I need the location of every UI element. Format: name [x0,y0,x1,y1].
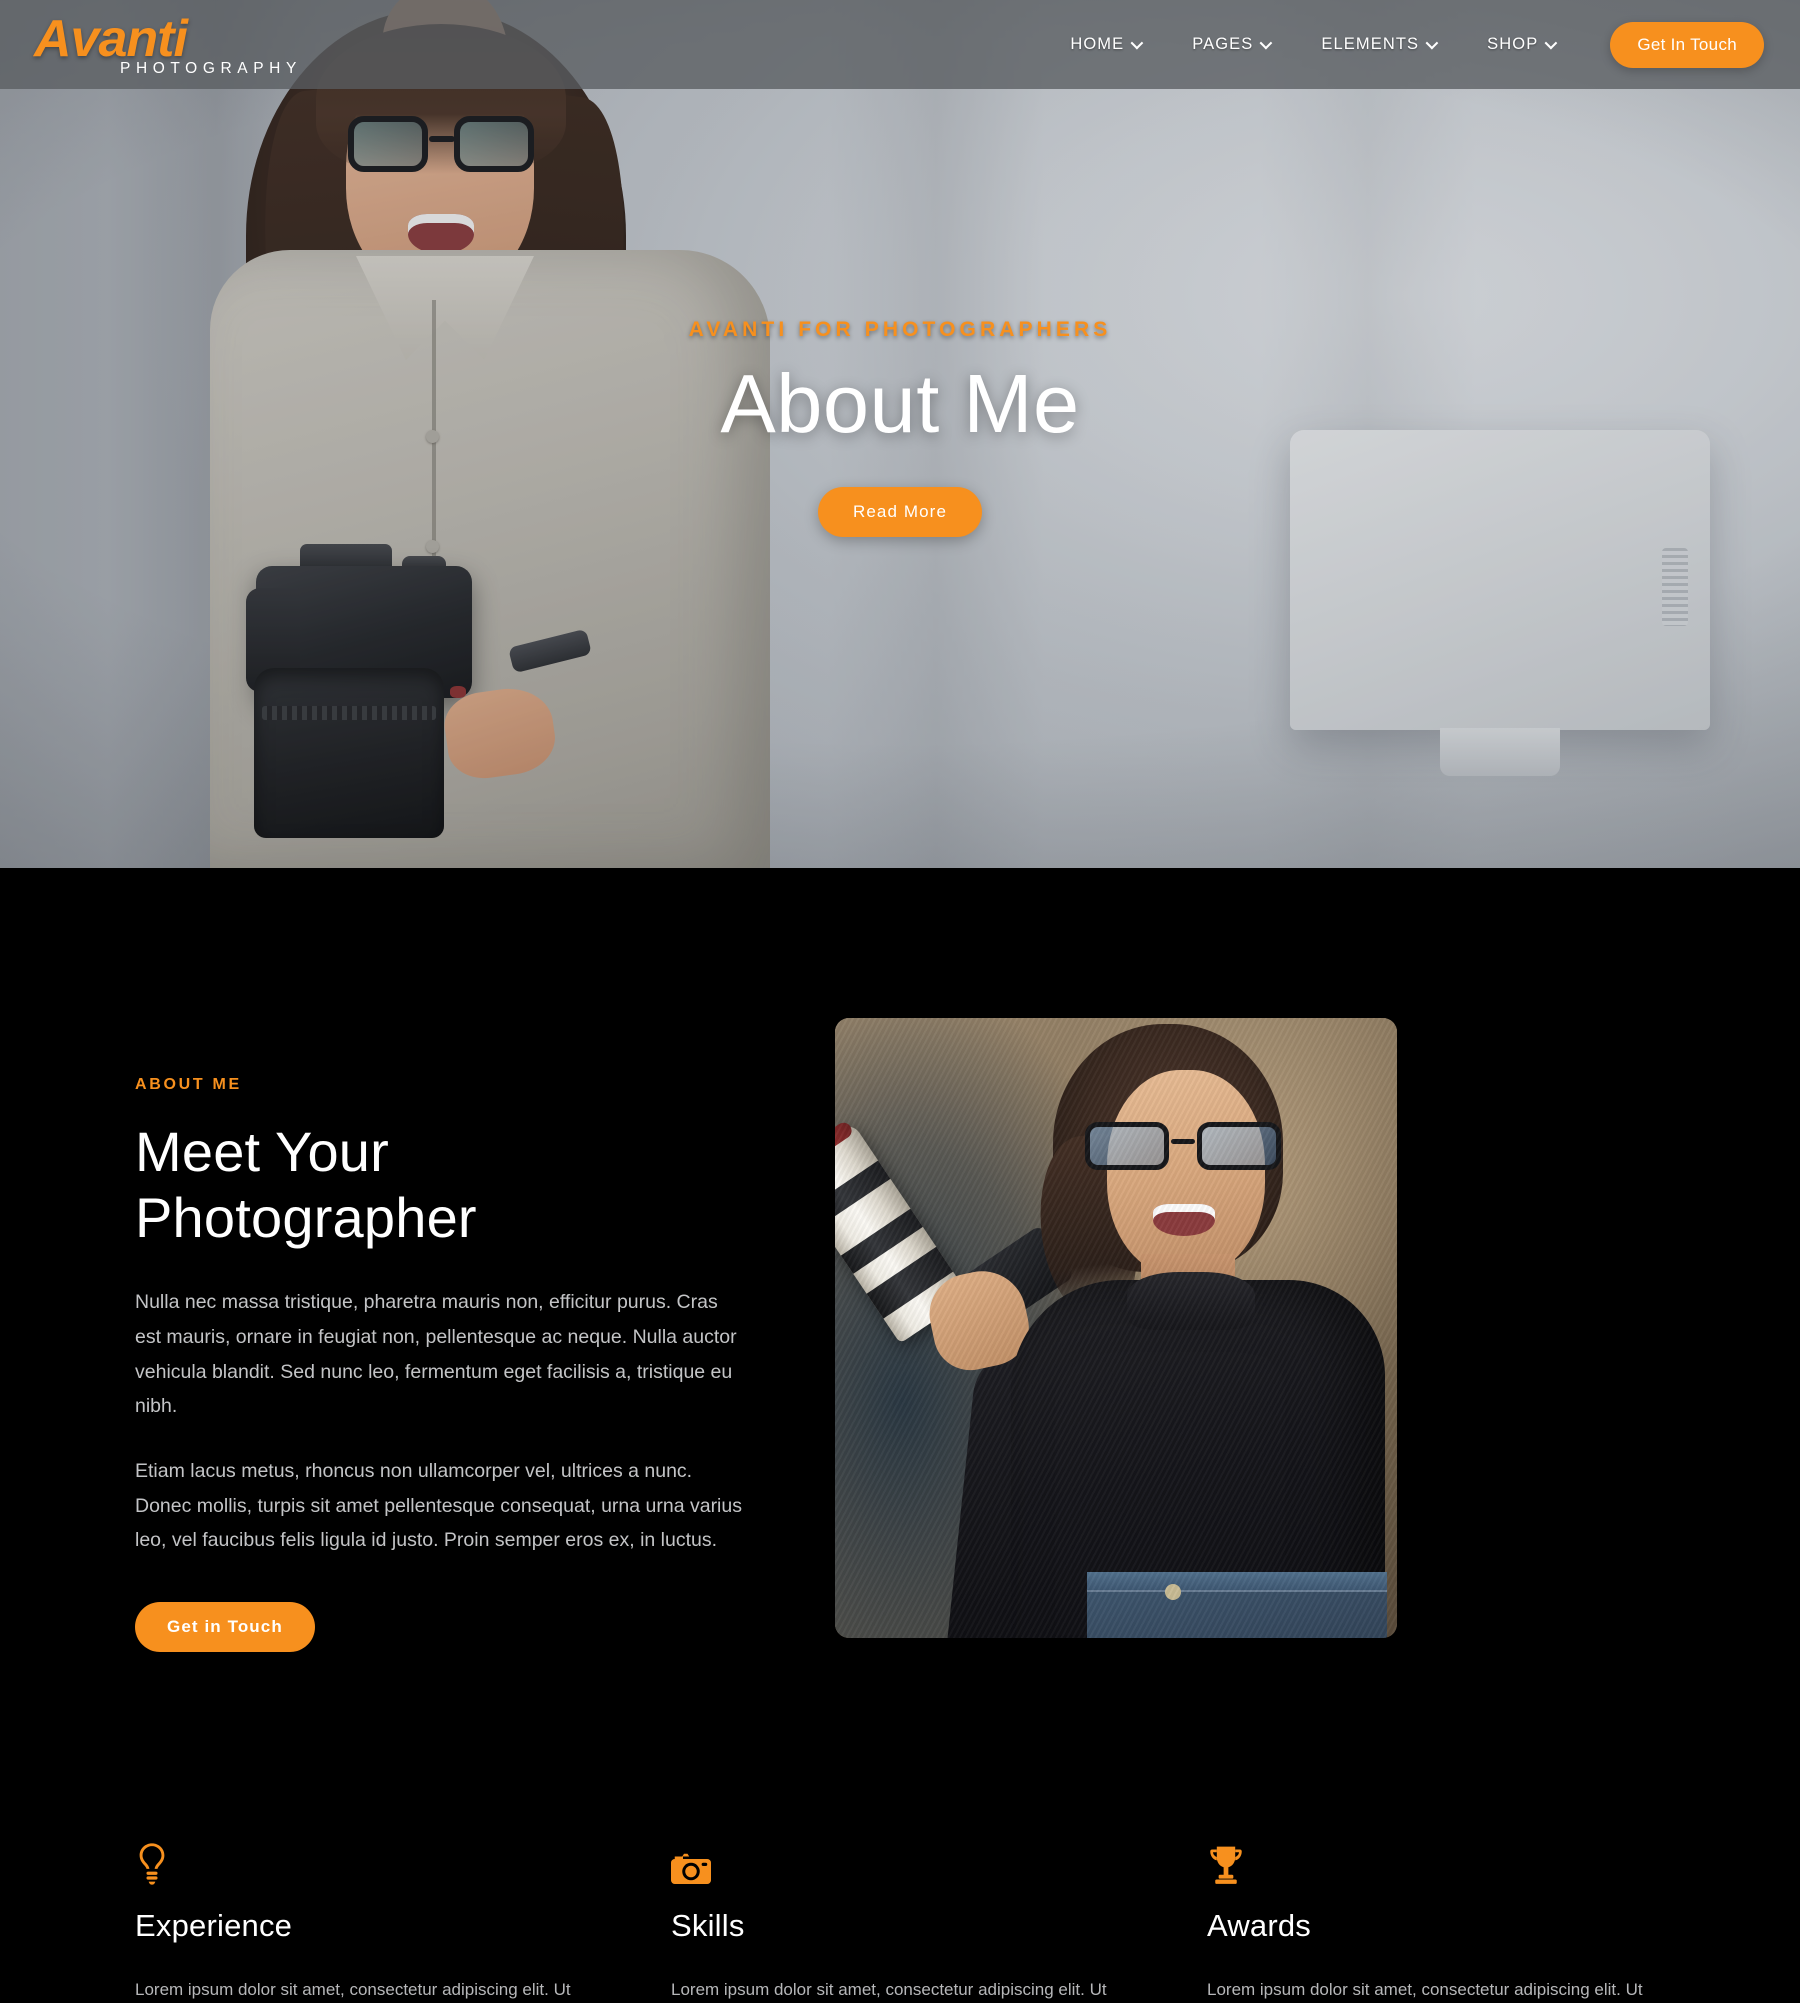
nav-item-shop[interactable]: SHOP [1461,35,1580,54]
nav-label-home: HOME [1070,35,1125,53]
logo-brand-name: Avanti [34,9,188,68]
chevron-down-icon [1425,36,1439,50]
nav-item-pages[interactable]: PAGES [1166,35,1295,54]
feature-title-skills: Skills [671,1908,745,1944]
nav-item-home[interactable]: HOME [1044,35,1166,54]
read-more-button[interactable]: Read More [818,487,982,538]
about-text-column: ABOUT ME Meet Your Photographer Nulla ne… [135,1018,745,1653]
about-eyebrow: ABOUT ME [135,1076,242,1093]
feature-title-experience: Experience [135,1908,293,1944]
feature-skills: Skills Lorem ipsum dolor sit amet, conse… [671,1840,1129,2003]
feature-text-awards: Lorem ipsum dolor sit amet, consectetur … [1207,1980,1643,2000]
get-in-touch-header-button[interactable]: Get In Touch [1610,21,1764,68]
chevron-down-icon [1544,36,1558,50]
feature-experience: Experience Lorem ipsum dolor sit amet, c… [135,1840,593,2003]
hero-content: AVANTI FOR PHOTOGRAPHERS About Me Read M… [0,318,1800,538]
camera-icon [671,1840,1129,1886]
get-in-touch-button[interactable]: Get in Touch [135,1602,315,1653]
feature-text-experience: Lorem ipsum dolor sit amet, consectetur … [135,1980,571,2000]
about-paragraph-2: Etiam lacus metus, rhoncus non ullamcorp… [135,1459,742,1552]
features-row: Experience Lorem ipsum dolor sit amet, c… [135,1840,1665,2003]
hero-section: Avanti PHOTOGRAPHY HOME PAGES ELEMENTS S… [0,0,1800,868]
nav-label-elements: ELEMENTS [1321,35,1420,53]
hero-eyebrow: AVANTI FOR PHOTOGRAPHERS [688,318,1112,341]
site-header: Avanti PHOTOGRAPHY HOME PAGES ELEMENTS S… [0,0,1800,89]
about-paragraph-1: Nulla nec massa tristique, pharetra maur… [135,1291,737,1418]
main-navigation: HOME PAGES ELEMENTS SHOP Get In Touch [1044,21,1800,68]
feature-awards: Awards Lorem ipsum dolor sit amet, conse… [1207,1840,1665,2003]
nav-label-pages: PAGES [1192,35,1254,53]
chevron-down-icon [1259,36,1273,50]
about-title: Meet Your Photographer [135,1120,477,1250]
lightbulb-icon [135,1840,593,1886]
chevron-down-icon [1130,36,1144,50]
feature-text-skills: Lorem ipsum dolor sit amet, consectetur … [671,1980,1107,2000]
hero-title: About Me [720,357,1080,450]
nav-item-elements[interactable]: ELEMENTS [1295,35,1461,54]
photographer-portrait-image [835,1018,1397,1638]
nav-label-shop: SHOP [1487,35,1539,53]
trophy-icon [1207,1840,1665,1886]
feature-title-awards: Awards [1207,1908,1312,1944]
about-section: ABOUT ME Meet Your Photographer Nulla ne… [0,868,1800,2003]
site-logo[interactable]: Avanti PHOTOGRAPHY [34,13,302,77]
logo-tagline: PHOTOGRAPHY [120,59,302,77]
